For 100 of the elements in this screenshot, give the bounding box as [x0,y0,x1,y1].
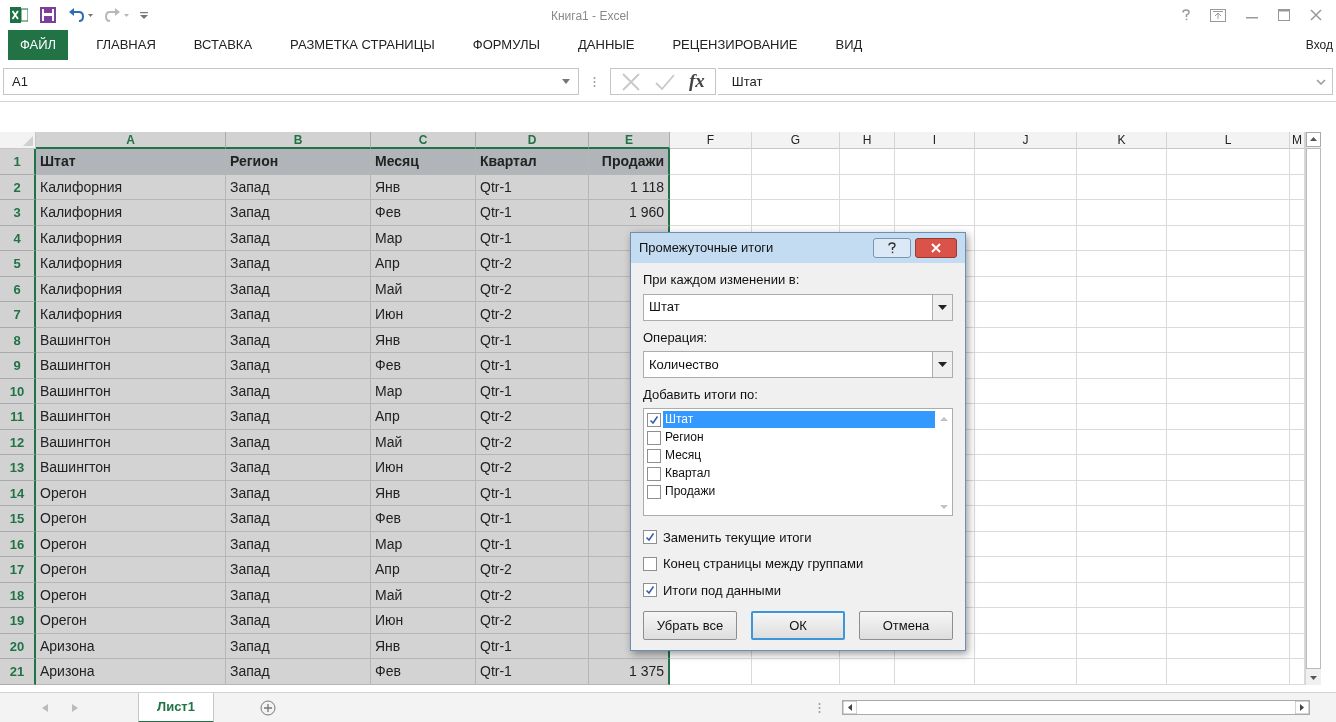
ribbon-tab[interactable]: ДАННЫЕ [566,30,647,60]
ribbon-tab[interactable]: ГЛАВНАЯ [84,30,168,60]
row-header[interactable]: 5 [0,251,36,277]
row-header[interactable]: 2 [0,174,36,200]
table-cell [840,659,895,685]
row-header[interactable]: 6 [0,276,36,302]
horizontal-scrollbar[interactable] [842,700,1310,715]
table-cell [1290,149,1305,175]
row-header[interactable]: 7 [0,302,36,328]
row-header[interactable]: 11 [0,404,36,430]
select-all-corner[interactable] [0,132,36,149]
close-button[interactable] [915,238,957,258]
insert-function-button[interactable]: fx [689,67,705,96]
column-header[interactable]: J [975,132,1077,149]
name-box[interactable]: A1 [3,68,579,95]
row-header[interactable]: 1 [0,149,36,175]
row-header[interactable]: 20 [0,633,36,659]
row-header[interactable]: 18 [0,582,36,608]
file-tab[interactable]: ФАЙЛ [8,30,69,60]
row-header[interactable]: 21 [0,659,36,685]
table-cell: Qtr-1 [476,480,589,506]
row-header[interactable]: 15 [0,506,36,532]
sheet-tab[interactable]: Лист1 [138,692,214,722]
ribbon-tab[interactable]: ВСТАВКА [181,30,265,60]
table-cell: 1 375 [589,659,670,685]
ribbon-tab[interactable]: РАЗМЕТКА СТРАНИЦЫ [278,30,447,60]
column-header[interactable]: A [36,132,226,149]
row-header[interactable]: 10 [0,378,36,404]
table-cell: Июн [371,455,476,481]
checkbox[interactable] [643,556,657,571]
table-cell: Вашингтон [36,429,226,455]
checkbox[interactable] [647,484,661,499]
column-header[interactable]: E [589,132,670,149]
row-header[interactable]: 12 [0,429,36,455]
checkbox[interactable] [643,530,657,545]
list-item[interactable]: Месяц [663,447,935,464]
ribbon-tab[interactable]: ВИД [823,30,875,60]
enter-icon[interactable] [655,72,675,91]
table-cell: Апр [371,251,476,277]
list-item[interactable]: Регион [663,429,935,446]
checkbox[interactable] [647,448,661,463]
column-header[interactable]: B [226,132,371,149]
customize-toolbar-icon[interactable] [140,11,148,19]
table-cell: Аризона [36,659,226,685]
row-header[interactable]: 14 [0,480,36,506]
dialog-button[interactable]: ОК [751,611,845,640]
previous-sheet-icon[interactable] [42,703,48,712]
maximize-icon[interactable] [1278,9,1290,21]
corner-triangle-icon [23,136,33,146]
row-header[interactable]: 16 [0,531,36,557]
column-header[interactable]: I [895,132,975,149]
close-icon[interactable] [1310,9,1322,21]
column-header[interactable]: K [1077,132,1167,149]
ribbon-tab[interactable]: ФОРМУЛЫ [460,30,552,60]
row-header[interactable]: 8 [0,327,36,353]
row-header[interactable]: 9 [0,353,36,379]
check-icon [649,414,659,425]
column-header[interactable]: D [476,132,589,149]
save-icon[interactable] [40,7,56,23]
checkbox[interactable] [647,430,661,445]
help-icon[interactable] [1182,9,1190,21]
table-cell: Запад [226,174,371,200]
row-header[interactable]: 13 [0,455,36,481]
list-item[interactable]: Штат [663,411,935,428]
table-cell: Запад [226,633,371,659]
help-icon [888,242,896,254]
undo-icon[interactable] [68,8,94,22]
formula-input[interactable]: Штат [717,68,1333,95]
list-item[interactable]: Квартал [663,465,935,482]
table-cell: Месяц [371,149,476,175]
dialog-button[interactable]: Отмена [859,611,953,640]
column-header[interactable]: H [840,132,895,149]
ribbon-display-icon[interactable] [1210,8,1226,22]
table-cell: Qtr-1 [476,633,589,659]
column-header[interactable]: C [371,132,476,149]
list-item[interactable]: Продажи [663,483,935,500]
checkbox[interactable] [647,466,661,481]
table-cell: Янв [371,327,476,353]
redo-icon[interactable] [104,8,130,22]
add-sheet-icon[interactable] [260,699,276,716]
row-header[interactable]: 19 [0,608,36,634]
ribbon-tab[interactable]: РЕЦЕНЗИРОВАНИЕ [660,30,810,60]
row-header[interactable]: 17 [0,557,36,583]
row-header[interactable]: 3 [0,200,36,226]
next-sheet-icon[interactable] [72,703,78,712]
column-header[interactable]: M [1290,132,1305,149]
column-header[interactable]: G [752,132,840,149]
sign-in-link[interactable]: Вход [1305,36,1333,54]
row-header[interactable]: 4 [0,225,36,251]
column-header[interactable]: F [670,132,752,149]
dropdown[interactable]: Штат [643,293,953,321]
checkbox[interactable] [643,583,657,598]
dropdown[interactable]: Количество [643,351,953,378]
table-cell [840,174,895,200]
dialog-button[interactable]: Убрать все [643,611,737,640]
column-header[interactable]: L [1167,132,1290,149]
checkbox[interactable] [647,412,661,427]
help-button[interactable] [873,238,911,258]
table-cell: Запад [226,200,371,226]
cancel-icon[interactable] [621,72,641,91]
